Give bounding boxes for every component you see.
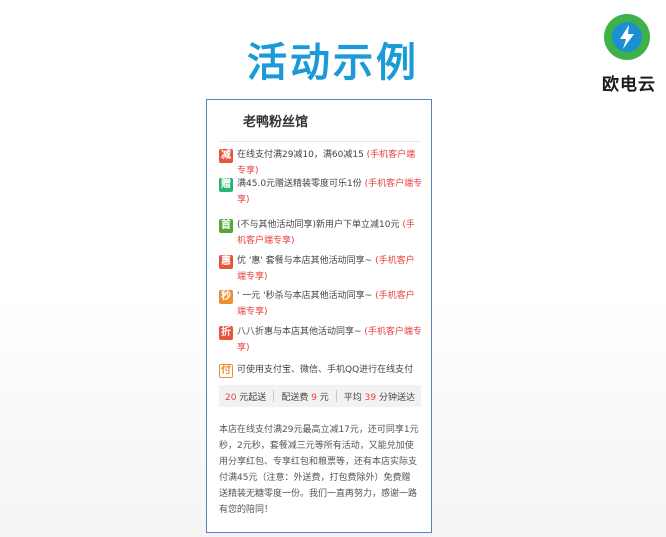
stat-separator <box>273 390 275 402</box>
divider <box>219 141 421 142</box>
promo-item: 付可使用支付宝、微信、手机QQ进行在线支付 <box>219 362 423 378</box>
promo-item: 惠优 '惠' 套餐与本店其他活动同享~ (手机客户端专享) <box>219 253 423 285</box>
delivery-stats-bar: 20 元起送 配送费 9 元 平均 39 分钟送达 <box>219 385 421 407</box>
avg-label: 平均 <box>343 392 365 403</box>
avg-delivery-time: 平均 39 分钟送达 <box>344 390 415 403</box>
promo-item: 减在线支付满29减10，满60减15 (手机客户端专享) <box>219 147 423 179</box>
promo-text: 满45.0元赠送精装零度可乐1份 (手机客户端专享) <box>237 176 423 208</box>
min-order: 20 元起送 <box>225 390 266 403</box>
promo-item: 折八八折惠与本店其他活动同享~ (手机客户端专享) <box>219 324 423 356</box>
promo-description: ' 一元 '秒杀与本店其他活动同享~ <box>237 291 376 301</box>
promo-description: 八八折惠与本店其他活动同享~ <box>237 327 365 337</box>
promo-badge-icon: 秒 <box>219 290 233 304</box>
promo-item: 首 (不与其他活动同享)新用户下单立减10元 (手机客户端专享) <box>219 217 423 249</box>
brand-name: 欧电云 <box>602 75 656 95</box>
lightning-bolt-icon <box>604 14 650 60</box>
min-order-label: 元起送 <box>236 392 267 403</box>
promo-item: 秒 ' 一元 '秒杀与本店其他活动同享~ (手机客户端专享) <box>219 288 423 320</box>
store-name: 老鸭粉丝馆 <box>243 115 309 130</box>
delivery-fee-unit: 元 <box>316 392 329 403</box>
promo-text: 可使用支付宝、微信、手机QQ进行在线支付 <box>237 362 423 378</box>
promo-text: 八八折惠与本店其他活动同享~ (手机客户端专享) <box>237 324 423 356</box>
promo-badge-icon: 付 <box>219 364 233 378</box>
promo-text: (不与其他活动同享)新用户下单立减10元 (手机客户端专享) <box>237 217 423 249</box>
avg-unit: 分钟送达 <box>376 392 415 403</box>
promo-badge-icon: 减 <box>219 149 233 163</box>
promo-text: ' 一元 '秒杀与本店其他活动同享~ (手机客户端专享) <box>237 288 423 320</box>
store-promo-card: 老鸭粉丝馆 减在线支付满29减10，满60减15 (手机客户端专享) 赠满45.0… <box>206 99 432 533</box>
promo-badge-icon: 首 <box>219 219 233 233</box>
delivery-fee-label: 配送费 <box>281 392 312 403</box>
promo-item: 赠满45.0元赠送精装零度可乐1份 (手机客户端专享) <box>219 176 423 208</box>
promo-description: 满45.0元赠送精装零度可乐1份 <box>237 179 365 189</box>
promo-description: (不与其他活动同享)新用户下单立减10元 <box>237 220 403 230</box>
avg-value: 39 <box>364 392 377 403</box>
promo-description: 优 '惠' 套餐与本店其他活动同享~ <box>237 256 376 266</box>
store-description: 本店在线支付满29元最高立减17元，还可同享1元秒，2元秒，套餐减三元等所有活动… <box>219 425 419 515</box>
delivery-fee: 配送费 9 元 <box>281 390 328 403</box>
stat-separator <box>335 390 337 402</box>
brand-logo: 欧电云 <box>598 12 662 98</box>
promo-badge-icon: 惠 <box>219 255 233 269</box>
promo-badge-icon: 折 <box>219 326 233 340</box>
slide-title: 活动示例 <box>247 40 419 86</box>
min-order-value: 20 <box>224 392 237 403</box>
promo-text: 在线支付满29减10，满60减15 (手机客户端专享) <box>237 147 423 179</box>
promo-description: 在线支付满29减10，满60减15 <box>237 150 367 160</box>
promo-description: 可使用支付宝、微信、手机QQ进行在线支付 <box>237 365 414 375</box>
promo-badge-icon: 赠 <box>219 178 233 192</box>
promo-text: 优 '惠' 套餐与本店其他活动同享~ (手机客户端专享) <box>237 253 423 285</box>
